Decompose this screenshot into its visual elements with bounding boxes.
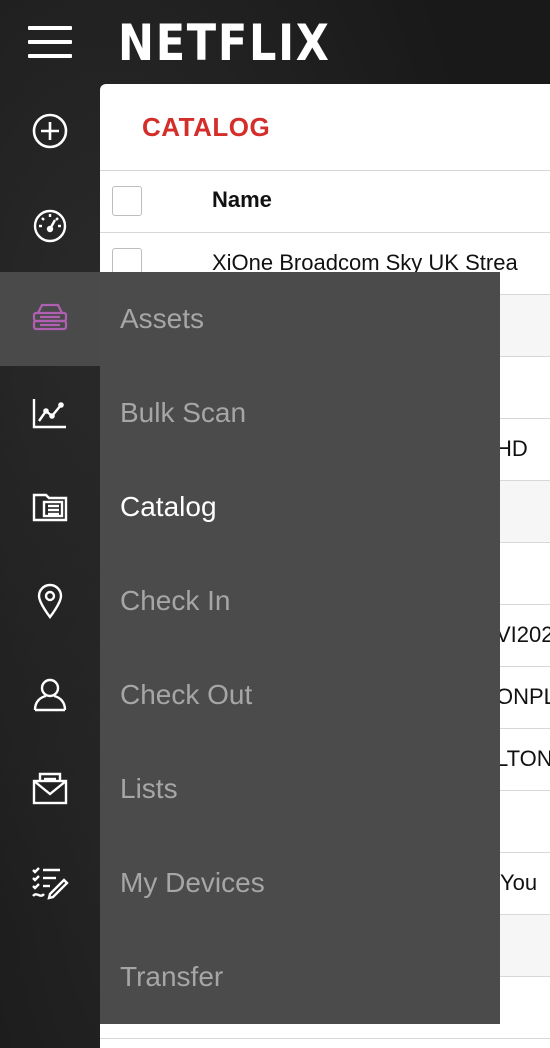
- mail-icon: [32, 772, 68, 805]
- row-name: HD: [496, 436, 528, 461]
- assets-icon: [32, 303, 68, 331]
- menu-item-transfer[interactable]: Transfer: [100, 930, 500, 1024]
- rail-item-assets[interactable]: [0, 272, 100, 366]
- users-icon: [33, 678, 67, 712]
- menu-item-assets[interactable]: Assets: [100, 272, 500, 366]
- location-icon: [37, 583, 63, 619]
- catalog-icon: [32, 493, 68, 522]
- rail-item-catalog[interactable]: [0, 460, 100, 554]
- analytics-icon: [32, 399, 66, 429]
- side-rail: [0, 84, 100, 1048]
- rail-item-add[interactable]: [0, 84, 100, 178]
- menu-item-my-devices[interactable]: My Devices: [100, 836, 500, 930]
- checklist-icon: [32, 867, 69, 900]
- table-header: Name: [100, 171, 550, 233]
- rail-item-dashboard[interactable]: [0, 178, 100, 272]
- page-title: CATALOG: [142, 111, 271, 142]
- rail-item-analytics[interactable]: [0, 366, 100, 460]
- row-name: LTON: [496, 746, 550, 771]
- row-name: You: [500, 870, 538, 895]
- rail-item-mail[interactable]: [0, 742, 100, 836]
- netflix-logo[interactable]: NETFLIX: [118, 14, 331, 72]
- flyout-menu: Assets Bulk Scan Catalog Check In Check …: [100, 272, 500, 1024]
- menu-item-catalog[interactable]: Catalog: [100, 460, 500, 554]
- menu-item-bulk-scan[interactable]: Bulk Scan: [100, 366, 500, 460]
- dashboard-icon: [33, 209, 67, 243]
- menu-item-lists[interactable]: Lists: [100, 742, 500, 836]
- row-name: VI202: [496, 622, 550, 647]
- menu-item-check-in[interactable]: Check In: [100, 554, 500, 648]
- top-bar: NETFLIX: [0, 0, 550, 84]
- page-header: CATALOG: [100, 84, 550, 171]
- row-name: ONPL: [496, 684, 550, 709]
- rail-item-checklist[interactable]: [0, 836, 100, 930]
- hamburger-menu-icon[interactable]: [28, 26, 72, 58]
- column-header-name[interactable]: Name: [212, 187, 272, 213]
- plus-circle-icon: [32, 113, 68, 149]
- rail-item-users[interactable]: [0, 648, 100, 742]
- rail-item-location[interactable]: [0, 554, 100, 648]
- select-all-checkbox[interactable]: [112, 186, 142, 216]
- menu-item-check-out[interactable]: Check Out: [100, 648, 500, 742]
